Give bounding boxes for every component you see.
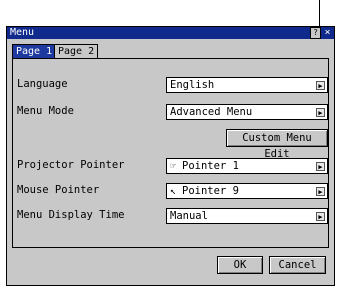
menu-mode-value: Advanced Menu (170, 106, 253, 118)
window-title: Menu (10, 27, 35, 38)
mouse-pointer-value: ↖ Pointer 9 (170, 184, 239, 199)
mouse-pointer-select[interactable]: ↖ Pointer 9 ▶ (166, 183, 328, 199)
menu-mode-label: Menu Mode (17, 105, 74, 117)
dropdown-arrow-icon[interactable]: ▶ (316, 162, 325, 171)
mouse-pointer-text: Pointer 9 (182, 185, 239, 197)
menu-display-time-select[interactable]: Manual ▶ (166, 208, 328, 224)
close-button[interactable]: × (323, 27, 332, 38)
dropdown-arrow-icon[interactable]: ▶ (316, 212, 325, 221)
projector-pointer-label: Projector Pointer (17, 159, 125, 171)
help-button[interactable]: ? (310, 27, 321, 39)
tab-page-1[interactable]: Page 1 (12, 44, 57, 58)
ok-button[interactable]: OK (217, 256, 263, 274)
mouse-pointer-label: Mouse Pointer (17, 184, 100, 196)
language-value: English (170, 79, 215, 91)
menu-dialog: Menu ? × Page 1 Page 2 Language English … (6, 26, 335, 286)
pointer-hand-icon: ☞ (170, 161, 177, 172)
menu-display-time-label: Menu Display Time (17, 209, 125, 221)
dropdown-arrow-icon[interactable]: ▶ (316, 187, 325, 196)
language-label: Language (17, 78, 68, 90)
projector-pointer-value: ☞ Pointer 1 (170, 159, 239, 174)
projector-pointer-text: Pointer 1 (182, 160, 239, 172)
menu-mode-select[interactable]: Advanced Menu ▶ (166, 104, 328, 120)
cancel-button[interactable]: Cancel (269, 256, 326, 274)
callout-line (319, 0, 320, 26)
tab-page-2[interactable]: Page 2 (54, 44, 99, 58)
menu-display-time-value: Manual (170, 210, 208, 222)
dropdown-arrow-icon[interactable]: ▶ (316, 81, 325, 90)
language-select[interactable]: English ▶ (166, 77, 328, 93)
dropdown-arrow-icon[interactable]: ▶ (316, 108, 325, 117)
custom-menu-edit-button[interactable]: Custom Menu Edit (226, 129, 328, 160)
projector-pointer-select[interactable]: ☞ Pointer 1 ▶ (166, 158, 328, 174)
pointer-arrow-icon: ↖ (170, 186, 177, 197)
title-bar[interactable]: Menu ? × (7, 27, 334, 39)
